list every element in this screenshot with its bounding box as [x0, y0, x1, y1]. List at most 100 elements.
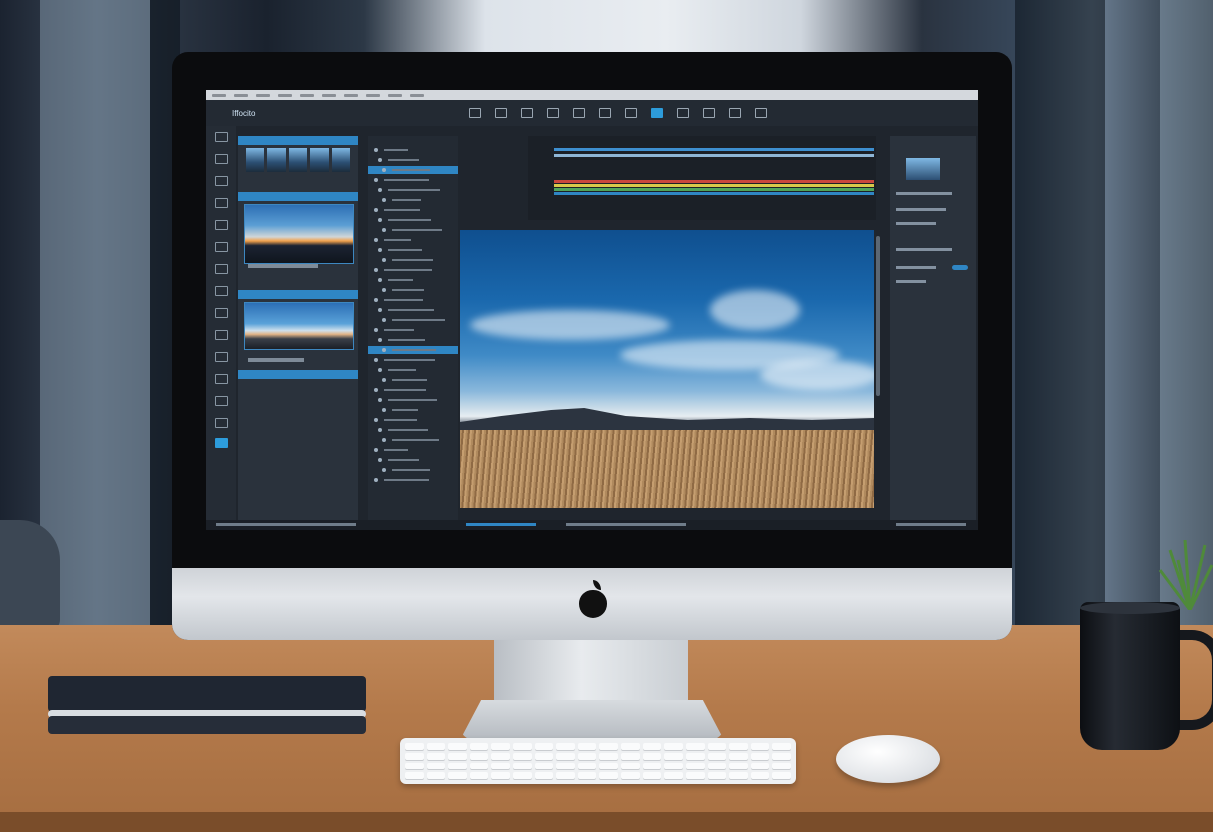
image-canvas[interactable]: [460, 230, 874, 508]
keyboard-key[interactable]: [707, 772, 727, 779]
keyboard-key[interactable]: [405, 743, 424, 750]
layer-row[interactable]: [368, 356, 458, 364]
layer-row[interactable]: [368, 186, 458, 194]
keyboard-key[interactable]: [491, 743, 511, 750]
keyboard-key[interactable]: [664, 762, 683, 770]
keyboard-key[interactable]: [577, 772, 597, 779]
keyboard-key[interactable]: [685, 762, 705, 770]
keyboard-key[interactable]: [534, 762, 554, 770]
tool-clone-icon[interactable]: [215, 330, 228, 340]
keyboard-key[interactable]: [599, 762, 619, 770]
tool-line-icon[interactable]: [215, 220, 228, 230]
keyboard-key[interactable]: [426, 772, 446, 779]
keyboard-key[interactable]: [534, 772, 554, 779]
keyboard-key[interactable]: [577, 762, 597, 770]
layer-row[interactable]: [368, 156, 458, 164]
keyboard-key[interactable]: [621, 762, 640, 770]
keyboard-key[interactable]: [491, 762, 511, 770]
keyboard-key[interactable]: [729, 743, 748, 750]
tool-eraser-icon[interactable]: [215, 198, 228, 208]
tool-text-icon[interactable]: [215, 264, 228, 274]
layer-row[interactable]: [368, 276, 458, 284]
keyboard-key[interactable]: [642, 762, 662, 770]
keyboard-key[interactable]: [556, 752, 575, 760]
tool-camera-icon[interactable]: [215, 396, 228, 406]
save-icon[interactable]: [599, 108, 612, 118]
keyboard-key[interactable]: [469, 772, 489, 779]
layer-row[interactable]: [368, 256, 458, 264]
layer-row[interactable]: [368, 236, 458, 244]
move-icon[interactable]: [521, 108, 534, 118]
keyboard-key[interactable]: [750, 743, 770, 750]
tool-fill-icon[interactable]: [215, 308, 228, 318]
brush-icon[interactable]: [495, 108, 508, 118]
keyboard-key[interactable]: [685, 752, 705, 760]
keyboard-key[interactable]: [707, 743, 727, 750]
menu-bar[interactable]: [206, 90, 978, 100]
layer-icon[interactable]: [573, 108, 586, 118]
check-icon[interactable]: [469, 108, 482, 118]
keyboard-key[interactable]: [405, 772, 424, 779]
layer-row[interactable]: [368, 166, 458, 174]
keyboard-key[interactable]: [448, 752, 467, 760]
keyboard-key[interactable]: [750, 762, 770, 770]
layer-row[interactable]: [368, 206, 458, 214]
layer-row[interactable]: [368, 286, 458, 294]
layer-row[interactable]: [368, 436, 458, 444]
keyboard-key[interactable]: [772, 762, 791, 770]
layer-row[interactable]: [368, 476, 458, 484]
keyboard-key[interactable]: [599, 752, 619, 760]
mouse[interactable]: [836, 735, 940, 783]
crop-icon[interactable]: [547, 108, 560, 118]
keyboard-key[interactable]: [491, 772, 511, 779]
keyboard-key[interactable]: [772, 743, 791, 750]
toggle-switch[interactable]: [952, 265, 968, 270]
layer-row[interactable]: [368, 466, 458, 474]
library-section-3-header[interactable]: [238, 370, 358, 379]
keyboard-key[interactable]: [599, 772, 619, 779]
keyboard-key[interactable]: [534, 743, 554, 750]
keyboard-key[interactable]: [405, 762, 424, 770]
keyboard-key[interactable]: [556, 762, 575, 770]
keyboard-key[interactable]: [642, 743, 662, 750]
window-icon[interactable]: [729, 108, 742, 118]
keyboard[interactable]: [400, 738, 796, 784]
layer-row[interactable]: [368, 346, 458, 354]
tool-zoom-icon[interactable]: [215, 374, 228, 384]
layer-row[interactable]: [368, 146, 458, 154]
keyboard-key[interactable]: [685, 743, 705, 750]
keyboard-key[interactable]: [577, 743, 597, 750]
library-header[interactable]: [238, 136, 358, 145]
keyboard-key[interactable]: [664, 743, 683, 750]
image-icon[interactable]: [677, 108, 690, 118]
tool-shape-icon[interactable]: [215, 242, 228, 252]
keyboard-key[interactable]: [772, 752, 791, 760]
keyboard-key[interactable]: [469, 743, 489, 750]
keyboard-key[interactable]: [556, 743, 575, 750]
layer-row[interactable]: [368, 386, 458, 394]
layer-row[interactable]: [368, 376, 458, 384]
layer-row[interactable]: [368, 306, 458, 314]
keyboard-key[interactable]: [621, 743, 640, 750]
keyboard-key[interactable]: [729, 752, 748, 760]
tool-crop-icon[interactable]: [215, 286, 228, 296]
tool-pen-icon[interactable]: [215, 176, 228, 186]
layer-row[interactable]: [368, 406, 458, 414]
tool-mask-icon[interactable]: [215, 418, 228, 428]
keyboard-key[interactable]: [556, 772, 575, 779]
keyboard-key[interactable]: [448, 772, 467, 779]
export-icon[interactable]: [755, 108, 768, 118]
library-section-1-header[interactable]: [238, 192, 358, 201]
keyboard-key[interactable]: [685, 772, 705, 779]
layer-row[interactable]: [368, 426, 458, 434]
keyboard-key[interactable]: [707, 762, 727, 770]
library-section-2-header[interactable]: [238, 290, 358, 299]
layer-row[interactable]: [368, 176, 458, 184]
layer-row[interactable]: [368, 316, 458, 324]
layer-row[interactable]: [368, 446, 458, 454]
keyboard-key[interactable]: [513, 743, 532, 750]
pin-icon[interactable]: [703, 108, 716, 118]
timeline-panel[interactable]: [528, 136, 876, 220]
keyboard-key[interactable]: [534, 752, 554, 760]
keyboard-key[interactable]: [642, 772, 662, 779]
